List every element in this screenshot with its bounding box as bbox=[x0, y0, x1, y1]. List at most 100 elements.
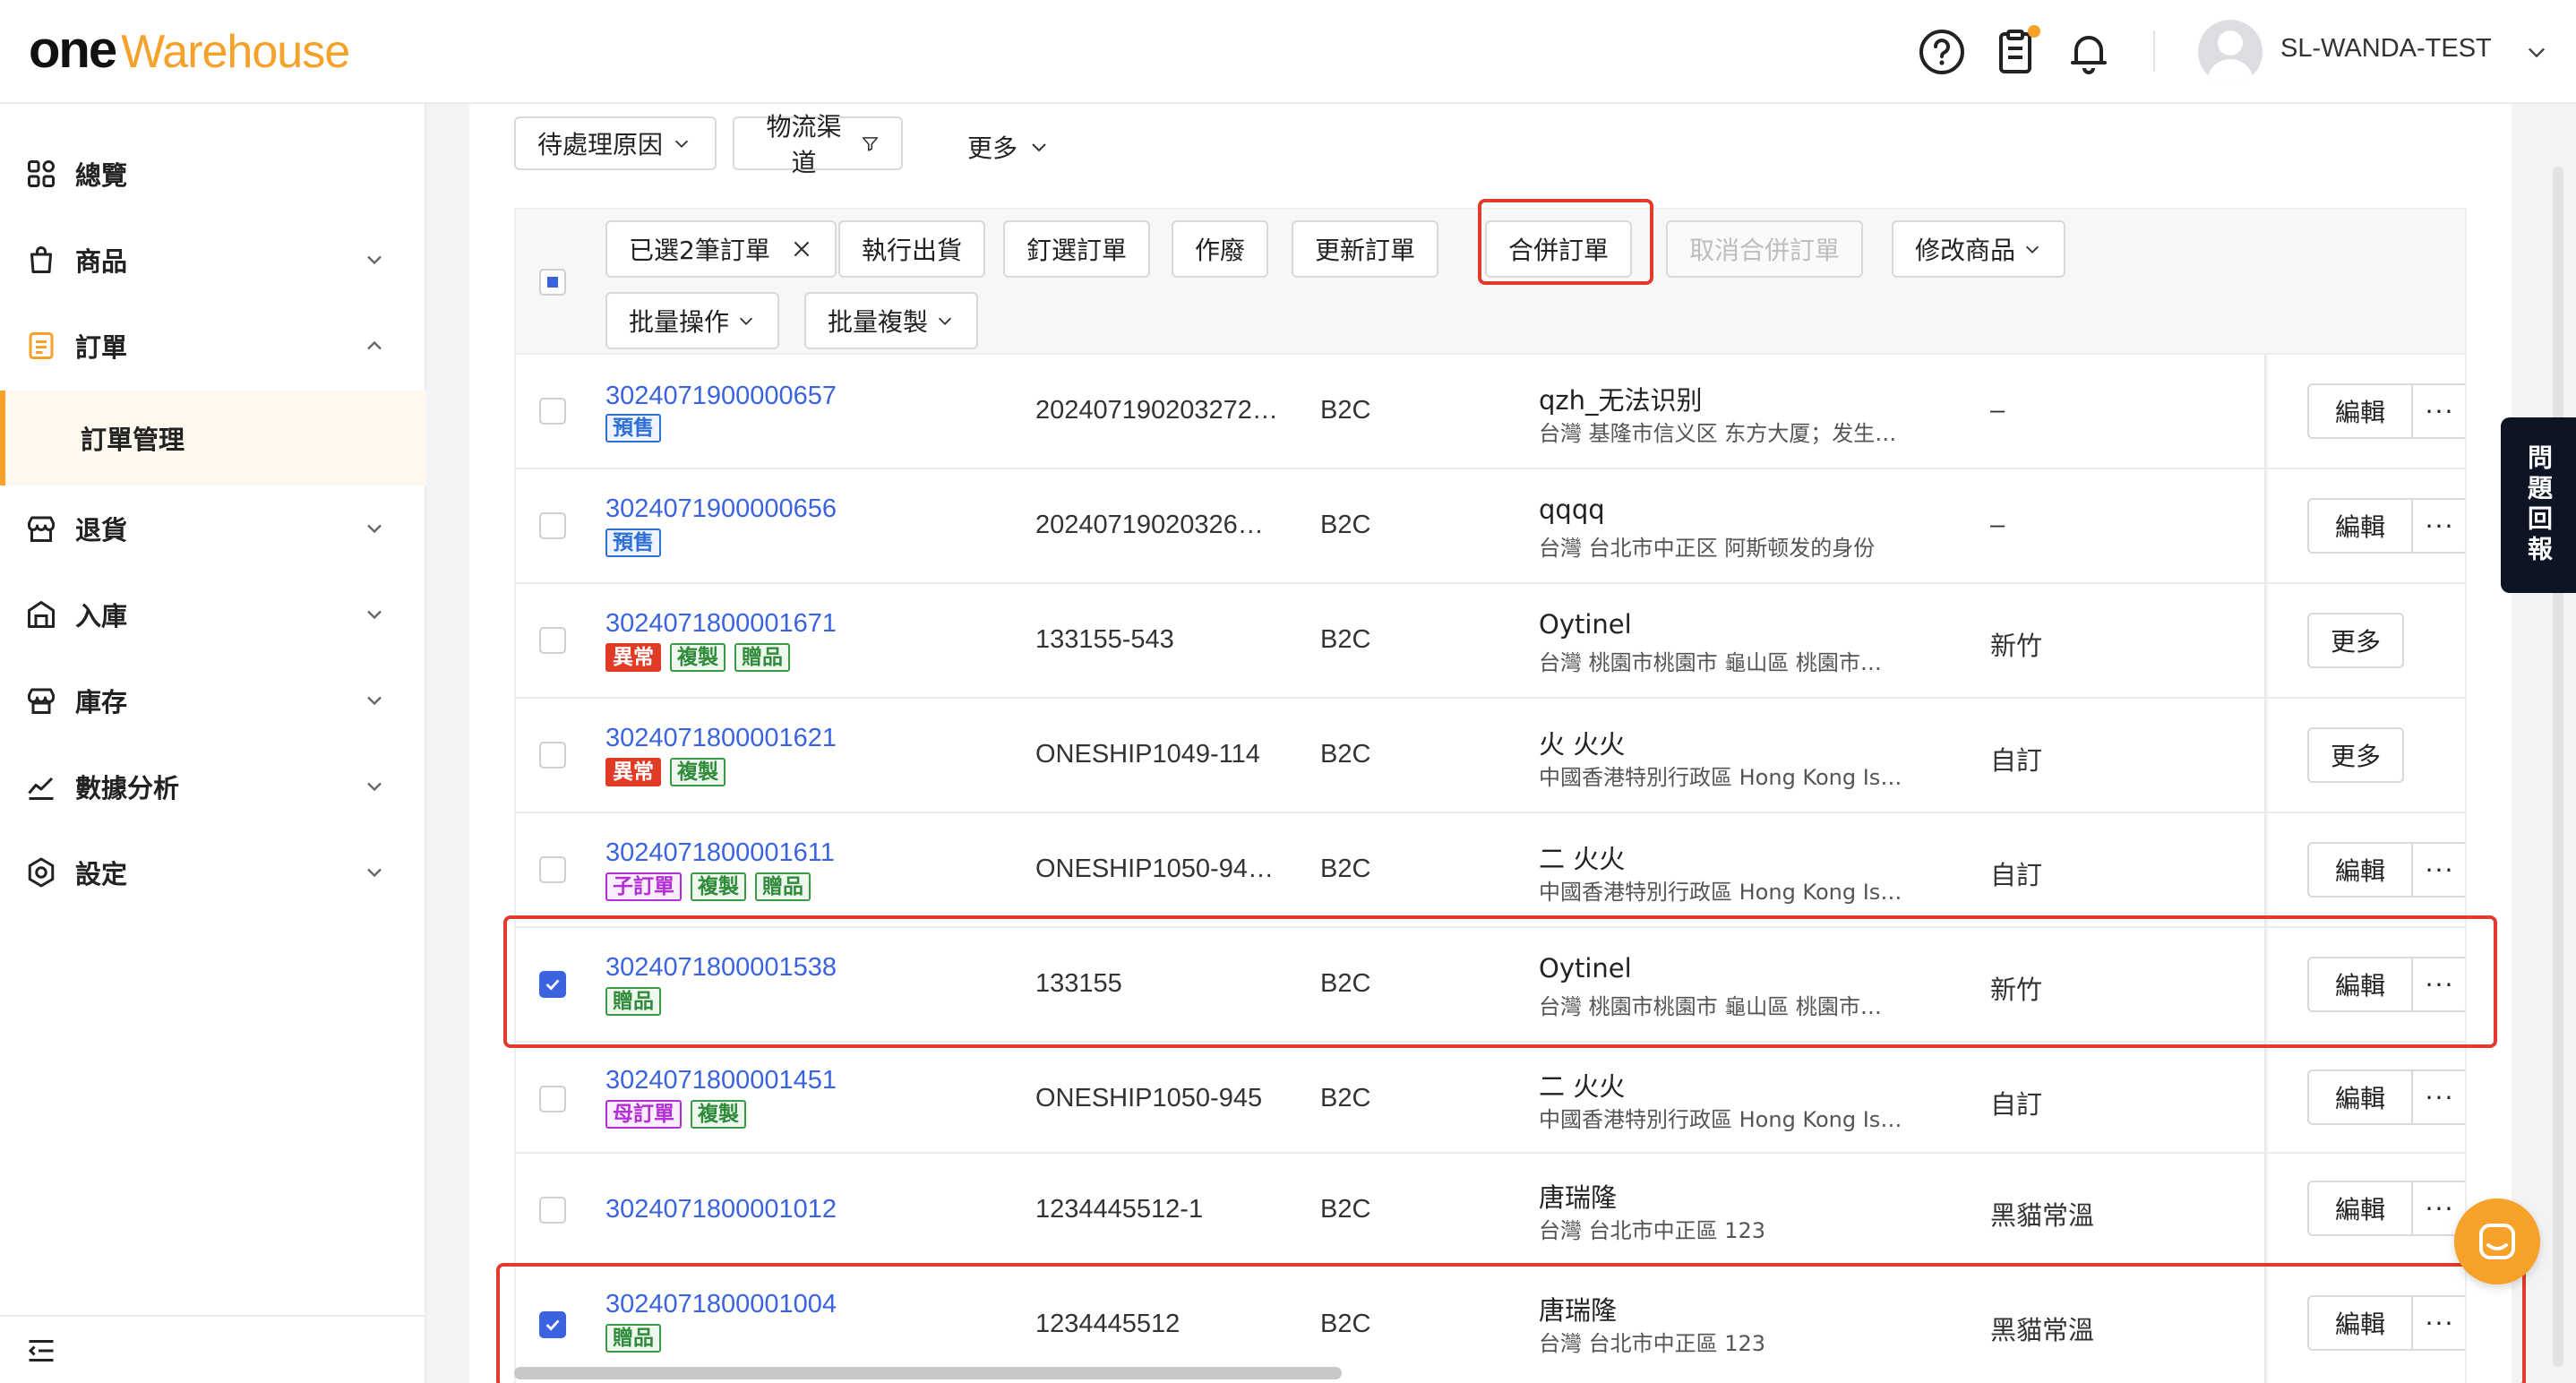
order-id-link[interactable]: 3024071800001621 bbox=[605, 724, 837, 753]
more-button[interactable]: 更多 bbox=[2307, 613, 2404, 668]
select-all-checkbox[interactable] bbox=[539, 269, 566, 296]
edit-button[interactable]: 編輯 bbox=[2307, 842, 2413, 898]
action-column-divider bbox=[2264, 1154, 2268, 1265]
more-button[interactable]: 更多 bbox=[2307, 727, 2404, 783]
sidebar-item-inbound[interactable]: 入庫 bbox=[0, 571, 426, 657]
void-button[interactable]: 作廢 bbox=[1172, 220, 1269, 278]
logistics-method: 黑貓常溫 bbox=[1990, 1317, 2095, 1345]
sidebar-item-returns[interactable]: 退貨 bbox=[0, 485, 426, 571]
row-checkbox[interactable] bbox=[539, 742, 566, 769]
order-id-link[interactable]: 3024071800001671 bbox=[605, 609, 837, 639]
chevron-down-icon[interactable] bbox=[2524, 39, 2549, 64]
more-options-label: ··· bbox=[2425, 396, 2455, 426]
batch-operations-dropdown[interactable]: 批量操作 bbox=[605, 292, 780, 349]
username[interactable]: SL-WANDA-TEST bbox=[2280, 34, 2492, 64]
table-row[interactable]: 3024071900000657 預售 202407190203272… B2C… bbox=[516, 355, 2465, 469]
sidebar-item-analytics[interactable]: 數據分析 bbox=[0, 743, 426, 829]
chevron-down-icon bbox=[367, 524, 382, 534]
more-options-icon[interactable]: ··· bbox=[2411, 1295, 2465, 1351]
row-checkbox[interactable] bbox=[539, 627, 566, 654]
table-row[interactable]: 3024071800001621 異常 複製 ONESHIP1049-114 B… bbox=[516, 699, 2465, 813]
edit-button[interactable]: 編輯 bbox=[2307, 383, 2413, 439]
unmerge-orders-button[interactable]: 取消合併訂單 bbox=[1666, 220, 1864, 278]
order-id-link[interactable]: 3024071800001611 bbox=[605, 838, 835, 868]
app-logo[interactable]: one Warehouse bbox=[29, 20, 350, 80]
row-checkbox[interactable] bbox=[539, 398, 566, 425]
recipient-name: 唐瑞隆 bbox=[1539, 1295, 1618, 1326]
more-options-icon[interactable]: ··· bbox=[2411, 957, 2465, 1012]
order-id-link[interactable]: 3024071900000657 bbox=[605, 382, 837, 411]
sidebar-item-label: 數據分析 bbox=[75, 773, 180, 803]
help-icon[interactable] bbox=[1917, 27, 1967, 77]
more-options-icon[interactable]: ··· bbox=[2411, 383, 2465, 439]
order-id-link[interactable]: 3024071800001451 bbox=[605, 1066, 837, 1095]
edit-button[interactable]: 編輯 bbox=[2307, 1295, 2413, 1351]
table-row[interactable]: 3024071800001451 母訂單 複製 ONESHIP1050-945 … bbox=[516, 1043, 2465, 1154]
sidebar-item-orders[interactable]: 訂單 bbox=[0, 303, 426, 389]
order-id-link[interactable]: 3024071900000656 bbox=[605, 494, 837, 524]
table-row[interactable]: 3024071800001004 贈品 1234445512 B2C 唐瑞隆 台… bbox=[516, 1267, 2465, 1383]
logistics-channel-filter[interactable]: 物流渠道 bbox=[733, 112, 903, 177]
more-options-icon[interactable]: ··· bbox=[2411, 498, 2465, 554]
edit-button[interactable]: 編輯 bbox=[2307, 957, 2413, 1012]
order-type: B2C bbox=[1320, 855, 1371, 883]
bell-icon[interactable] bbox=[2064, 27, 2114, 77]
sidebar-item-label: 商品 bbox=[75, 246, 128, 277]
edit-label: 編輯 bbox=[2334, 1084, 2385, 1113]
recipient-address: 中國香港特別行政區 Hong Kong Is… bbox=[1539, 880, 1902, 905]
sidebar-item-settings[interactable]: 設定 bbox=[0, 829, 426, 915]
orders-table: 已選2筆訂單 執行出貨 釘選訂單 作廢 更新訂單 合併訂單 取消合併訂單 修改商… bbox=[514, 208, 2467, 1383]
sidebar-item-inventory[interactable]: 庫存 bbox=[0, 657, 426, 743]
row-checkbox[interactable] bbox=[539, 856, 566, 883]
action-column-divider bbox=[2264, 928, 2268, 1041]
horizontal-scrollbar[interactable] bbox=[514, 1367, 1342, 1379]
feedback-tab[interactable]: 問題回報 bbox=[2501, 417, 2576, 593]
edit-button[interactable]: 編輯 bbox=[2307, 1069, 2413, 1125]
sidebar-item-label: 入庫 bbox=[75, 601, 128, 631]
logistics-method: – bbox=[1990, 511, 2005, 539]
chevron-down-icon bbox=[367, 255, 382, 265]
edit-button[interactable]: 編輯 bbox=[2307, 498, 2413, 554]
vertical-scrollbar[interactable] bbox=[2553, 167, 2563, 1367]
top-header: one Warehouse SL-WANDA-TEST bbox=[0, 0, 2576, 104]
order-id-link[interactable]: 3024071800001538 bbox=[605, 953, 837, 983]
pin-orders-button[interactable]: 釘選訂單 bbox=[1003, 220, 1151, 278]
table-row[interactable]: 3024071800001012 1234445512-1 B2C 唐瑞隆 台灣… bbox=[516, 1154, 2465, 1267]
row-checkbox[interactable] bbox=[539, 1197, 566, 1224]
table-row[interactable]: 3024071900000656 預售 20240719020326… B2C … bbox=[516, 469, 2465, 584]
table-row[interactable]: 3024071800001538 贈品 133155 B2C Oytinel 台… bbox=[516, 928, 2465, 1043]
edit-products-dropdown[interactable]: 修改商品 bbox=[1892, 220, 2066, 278]
more-label: 更多 bbox=[2330, 742, 2381, 771]
void-label: 作廢 bbox=[1195, 236, 1246, 265]
logistics-method: 黑貓常溫 bbox=[1990, 1202, 2095, 1231]
order-type: B2C bbox=[1320, 511, 1371, 539]
order-id-link[interactable]: 3024071800001012 bbox=[605, 1195, 837, 1224]
selected-count-chip[interactable]: 已選2筆訂單 bbox=[605, 220, 837, 278]
reference-number: ONESHIP1050-945 bbox=[1035, 1084, 1263, 1112]
edit-button[interactable]: 編輯 bbox=[2307, 1181, 2413, 1236]
sidebar-item-products[interactable]: 商品 bbox=[0, 217, 426, 303]
more-options-icon[interactable]: ··· bbox=[2411, 842, 2465, 898]
close-icon[interactable] bbox=[790, 237, 813, 261]
update-orders-button[interactable]: 更新訂單 bbox=[1292, 220, 1439, 278]
row-checkbox[interactable] bbox=[539, 971, 566, 998]
batch-copy-dropdown[interactable]: 批量複製 bbox=[804, 292, 979, 349]
collapse-menu-icon[interactable] bbox=[25, 1335, 57, 1367]
sidebar-item-overview[interactable]: 總覽 bbox=[0, 131, 426, 217]
merge-orders-button[interactable]: 合併訂單 bbox=[1485, 220, 1633, 278]
row-checkbox[interactable] bbox=[539, 1311, 566, 1338]
avatar[interactable] bbox=[2198, 20, 2263, 84]
table-row[interactable]: 3024071800001611 子訂單 複製 贈品 ONESHIP1050-9… bbox=[516, 813, 2465, 928]
sidebar-item-order-management[interactable]: 訂單管理 bbox=[0, 391, 426, 485]
tag-gift: 贈品 bbox=[734, 643, 790, 672]
table-row[interactable]: 3024071800001671 異常 複製 贈品 133155-543 B2C… bbox=[516, 584, 2465, 699]
ship-button[interactable]: 執行出貨 bbox=[838, 220, 986, 278]
row-checkbox[interactable] bbox=[539, 1086, 566, 1112]
more-filters-toggle[interactable]: 更多 bbox=[967, 129, 1050, 165]
pending-reason-filter[interactable]: 待處理原因 bbox=[514, 116, 717, 170]
order-id-link[interactable]: 3024071800001004 bbox=[605, 1290, 837, 1319]
chat-button[interactable] bbox=[2454, 1198, 2540, 1284]
clipboard-icon[interactable] bbox=[1990, 25, 2040, 77]
more-options-icon[interactable]: ··· bbox=[2411, 1069, 2465, 1125]
row-checkbox[interactable] bbox=[539, 512, 566, 539]
